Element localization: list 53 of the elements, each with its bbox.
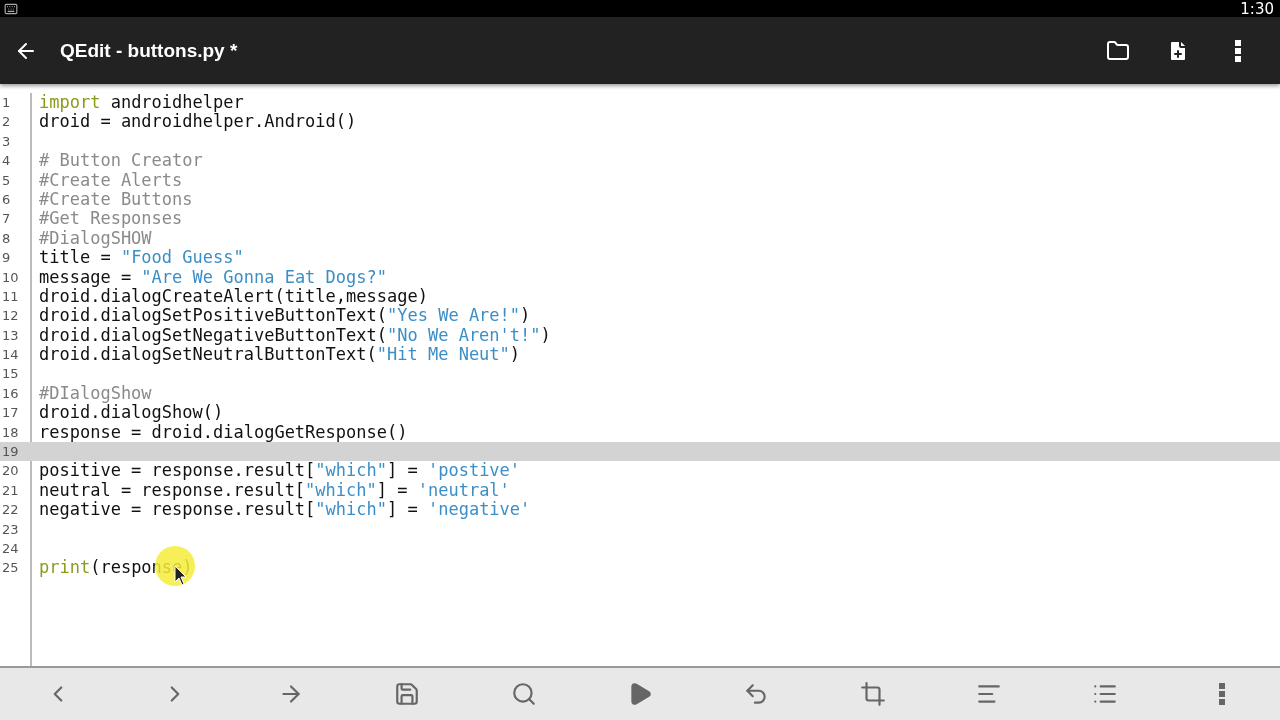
line-number: 9 [1,249,12,268]
line-number: 19 [1,443,20,462]
line-number: 6 [1,190,12,209]
clock: 1:30 [1240,0,1274,18]
search-icon [510,681,537,707]
code-line: response = droid.dialogGetResponse() [39,422,408,443]
code-line: droid = androidhelper.Android() [39,112,357,132]
code-line: positive = response.result["which"] = 'postive' [39,461,521,481]
code-line: #DIalogShow [39,383,152,404]
more-icon [1218,683,1225,705]
line-number: 5 [1,171,12,190]
line-number: 15 [1,365,20,384]
code-line: message = "Are We Gonna Eat Dogs?" [39,267,387,287]
code-line: droid.dialogCreateAlert(title,message) [39,286,428,307]
line-number: 24 [1,540,20,558]
code-line: droid.dialogSetNegativeButtonText("No We Aren't!") [39,325,551,346]
code-line: #Get Responses [39,209,183,229]
more-icon [1235,39,1241,62]
code-line: import androidhelper [39,93,244,113]
line-number: 14 [1,346,20,365]
code-line: #Create Buttons [39,189,193,210]
line-number: 12 [1,307,20,326]
code-line: title = "Food Guess" [39,248,244,268]
line-number: 25 [1,559,20,578]
keyboard-icon [4,1,18,16]
save-icon [394,681,421,707]
line-number: 7 [1,210,12,229]
line-number: 23 [1,520,20,539]
window-title: QEdit - buttons.py * [60,39,239,62]
line-number: 22 [1,501,20,520]
line-number: 10 [1,268,20,287]
folder-icon [1106,38,1130,63]
line-number: 8 [1,229,12,248]
line-number: 2 [1,113,12,132]
line-number: 1 [1,94,12,112]
line-number: 21 [1,481,20,500]
code-line: #Create Alerts [39,170,183,190]
line-number: 4 [1,152,12,171]
code-line: negative = response.result["which"] = 'negative' [39,500,531,520]
code-line: droid.dialogSetNeutralButtonText("Hit Me Neut") [39,345,521,365]
code-line: # Button Creator [39,151,203,171]
code-line: droid.dialogSetPositiveButtonText("Yes We Are!") [39,306,531,326]
code-line: neutral = response.result["which"] = 'neutral' [39,480,510,501]
line-number: 16 [1,384,20,403]
line-number: 11 [1,287,20,306]
line-number: 18 [1,423,20,442]
code-line: #DialogSHOW [39,228,152,249]
line-number: 3 [1,132,12,151]
line-number: 13 [1,326,20,345]
crop-icon [859,681,886,707]
code-line: droid.dialogShow() [39,403,224,423]
line-number: 17 [1,404,20,423]
line-number: 20 [1,462,20,481]
